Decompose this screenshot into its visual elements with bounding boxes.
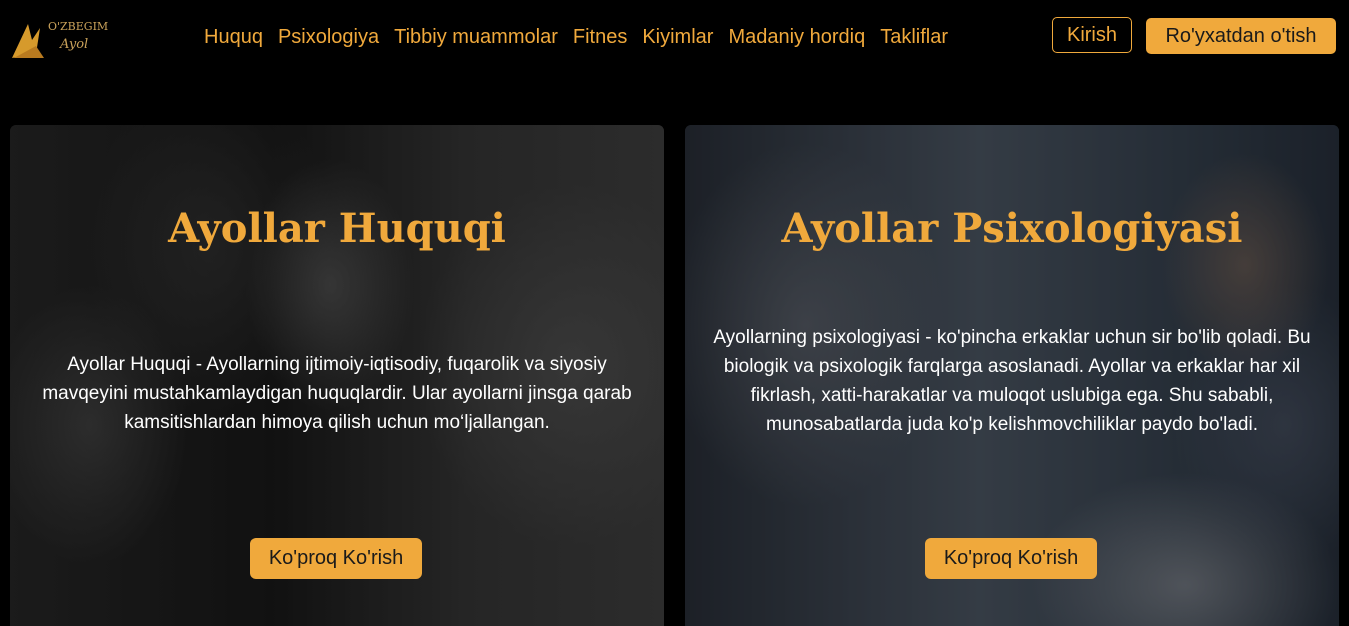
nav-links: Huquq Psixologiya Tibbiy muammolar Fitne…	[204, 22, 963, 52]
card-ayollar-huquqi: Ayollar Huquqi Ayollar Huquqi - Ayollarn…	[10, 125, 664, 626]
nav-link-huquq[interactable]: Huquq	[204, 22, 263, 52]
card-title: Ayollar Psixologiyasi	[781, 205, 1243, 252]
more-button[interactable]: Ko'proq Ko'rish	[250, 538, 422, 579]
login-button[interactable]: Kirish	[1052, 17, 1132, 53]
logo[interactable]: O'ZBEGIM Ayol	[10, 14, 118, 60]
nav-link-fitnes[interactable]: Fitnes	[573, 22, 627, 52]
svg-text:Ayol: Ayol	[59, 37, 88, 52]
card-description: Ayollar Huquqi - Ayollarning ijtimoiy-iq…	[42, 354, 632, 433]
register-button[interactable]: Ro'yxatdan o'tish	[1146, 18, 1336, 54]
nav-link-psixologiya[interactable]: Psixologiya	[278, 22, 379, 52]
navbar: O'ZBEGIM Ayol Huquq Psixologiya Tibbiy m…	[0, 0, 1349, 76]
logo-icon: O'ZBEGIM Ayol	[12, 20, 108, 58]
nav-link-takliflar[interactable]: Takliflar	[880, 22, 948, 52]
card-title: Ayollar Huquqi	[168, 205, 506, 252]
more-button[interactable]: Ko'proq Ko'rish	[925, 538, 1097, 579]
card-description: Ayollarning psixologiyasi - ko'pincha er…	[713, 327, 1311, 435]
nav-link-tibbiy-muammolar[interactable]: Tibbiy muammolar	[394, 22, 558, 52]
svg-text:O'ZBEGIM: O'ZBEGIM	[48, 20, 108, 33]
nav-link-kiyimlar[interactable]: Kiyimlar	[642, 22, 713, 52]
card-ayollar-psixologiyasi: Ayollar Psixologiyasi Ayollarning psixol…	[685, 125, 1339, 626]
nav-link-madaniy-hordiq[interactable]: Madaniy hordiq	[728, 22, 865, 52]
